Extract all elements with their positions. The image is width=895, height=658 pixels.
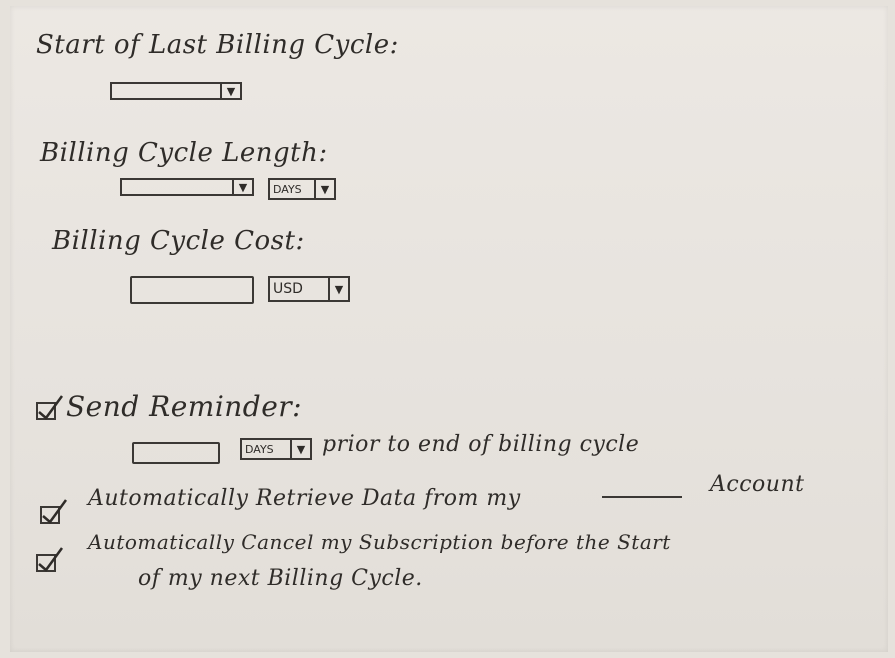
start-date-value xyxy=(112,84,220,98)
sketch-paper: Start of Last Billing Cycle: ▼ Billing C… xyxy=(10,6,888,652)
reminder-days-input[interactable] xyxy=(132,442,220,464)
checkmark-icon xyxy=(38,395,64,420)
auto-cancel-label-line1: Automatically Cancel my Subscription bef… xyxy=(88,530,671,554)
cycle-length-unit-value: DAYS xyxy=(273,182,302,196)
start-date-label: Start of Last Billing Cycle: xyxy=(36,30,399,60)
account-suffix-text: Account xyxy=(710,472,805,497)
currency-value: USD xyxy=(273,281,303,297)
reminder-suffix-text: prior to end of billing cycle xyxy=(322,432,640,457)
auto-cancel-label-line2: of my next Billing Cycle. xyxy=(138,566,423,591)
auto-retrieve-checkbox[interactable] xyxy=(40,499,68,524)
chevron-down-icon: ▼ xyxy=(290,440,310,458)
checkmark-icon xyxy=(42,499,68,524)
start-date-dropdown[interactable]: ▼ xyxy=(110,82,242,100)
reminder-unit-value: DAYS xyxy=(245,442,274,456)
chevron-down-icon: ▼ xyxy=(220,84,240,98)
chevron-down-icon: ▼ xyxy=(232,180,252,194)
cycle-length-value xyxy=(122,180,232,194)
chevron-down-icon: ▼ xyxy=(314,180,334,198)
send-reminder-label: Send Reminder: xyxy=(66,390,303,423)
auto-cancel-checkbox[interactable] xyxy=(36,547,64,572)
checkmark-icon xyxy=(38,547,64,572)
account-name-input[interactable] xyxy=(602,496,682,498)
send-reminder-checkbox[interactable] xyxy=(36,395,64,420)
cycle-length-dropdown[interactable]: ▼ xyxy=(120,178,254,196)
cycle-cost-label: Billing Cycle Cost: xyxy=(52,226,305,256)
currency-dropdown[interactable]: USD ▼ xyxy=(268,276,350,302)
cycle-length-label: Billing Cycle Length: xyxy=(40,138,328,168)
reminder-unit-dropdown[interactable]: DAYS ▼ xyxy=(240,438,312,460)
cycle-length-unit-dropdown[interactable]: DAYS ▼ xyxy=(268,178,336,200)
chevron-down-icon: ▼ xyxy=(328,278,348,300)
auto-retrieve-label: Automatically Retrieve Data from my xyxy=(88,486,521,511)
cycle-cost-input[interactable] xyxy=(130,276,254,304)
